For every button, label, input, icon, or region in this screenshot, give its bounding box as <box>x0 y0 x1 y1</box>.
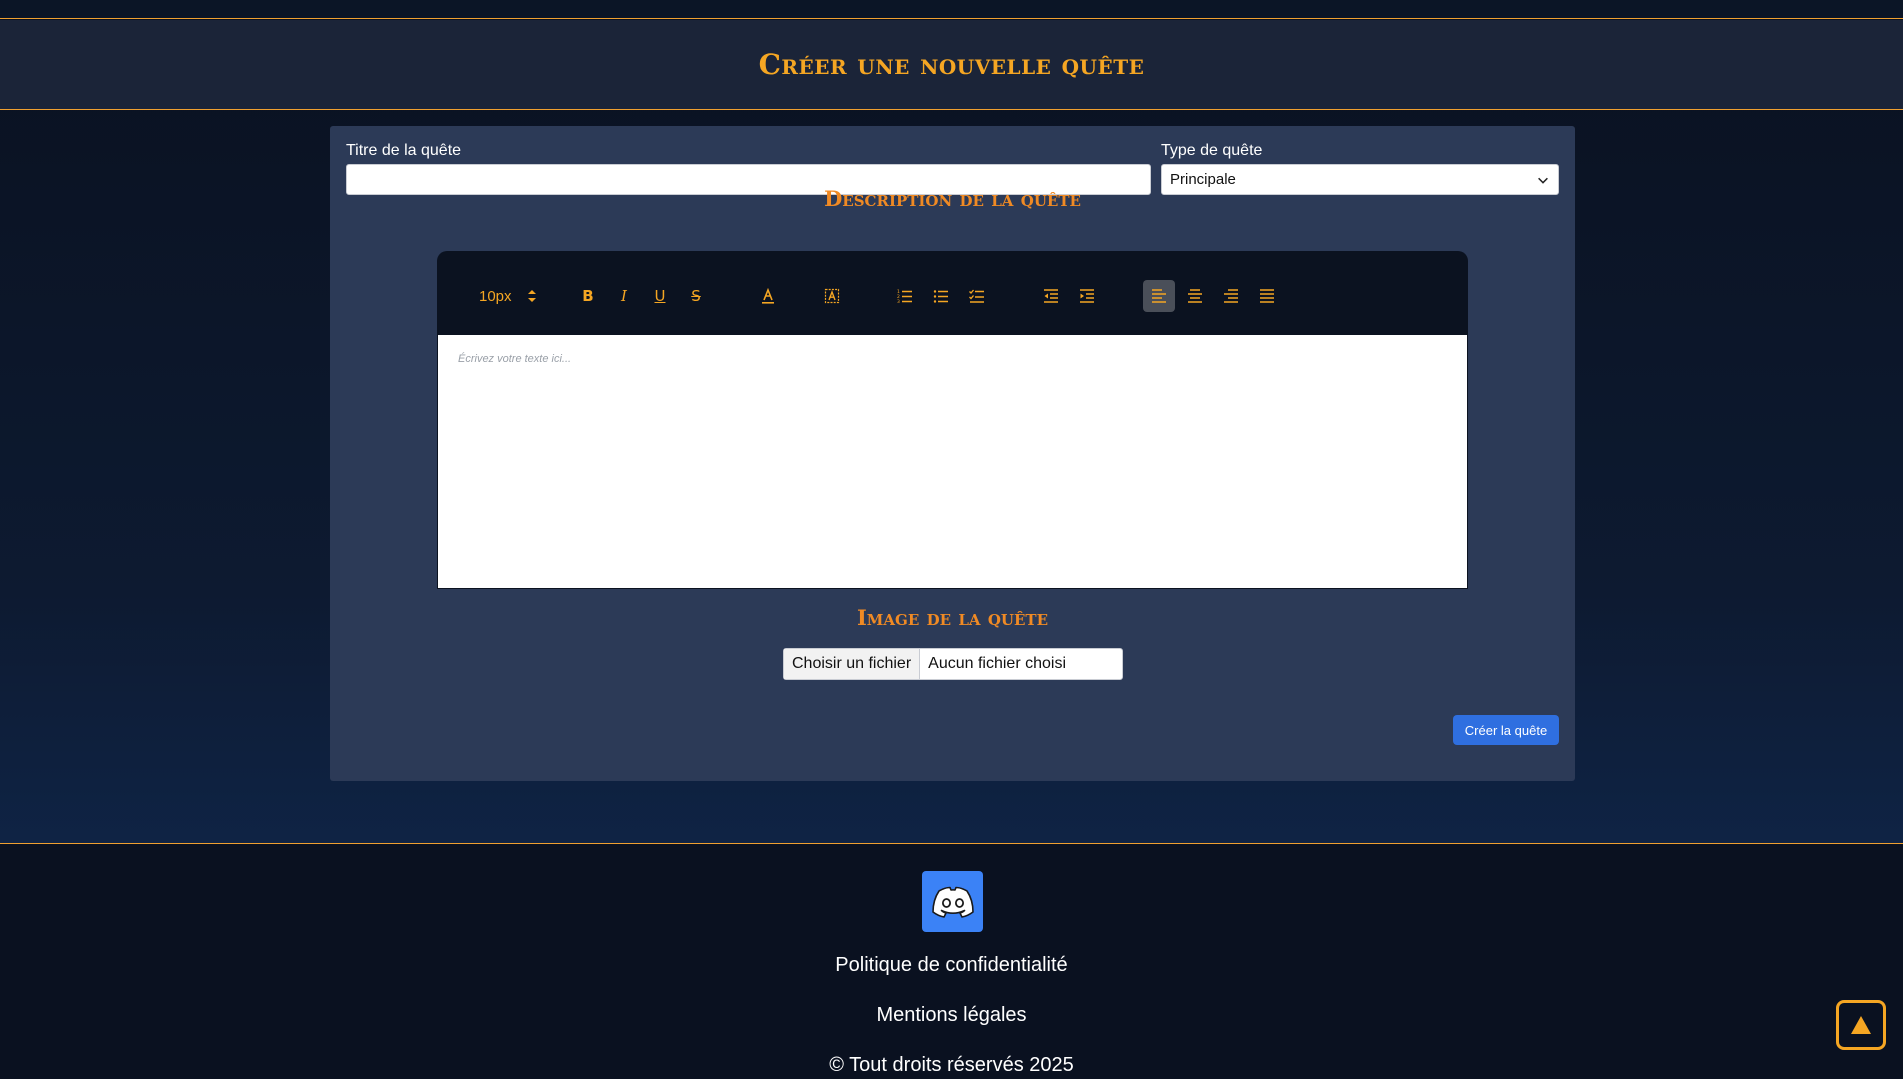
rich-text-editor: 10px B I U S 123 Écrivez votre texte ici… <box>437 251 1468 589</box>
chevron-down-icon <box>1538 177 1548 184</box>
text-color-icon <box>762 288 774 304</box>
editor-toolbar: 10px B I U S 123 <box>437 251 1468 335</box>
quest-type-label: Type de quête <box>1161 142 1263 159</box>
sort-arrows-icon <box>527 290 536 302</box>
arrow-up-icon <box>1851 1016 1871 1034</box>
checklist-icon <box>969 289 984 303</box>
page-footer: Politique de confidentialité Mentions lé… <box>0 843 1903 1079</box>
align-justify-button[interactable] <box>1251 280 1283 312</box>
choose-file-button[interactable]: Choisir un fichier <box>784 649 921 679</box>
bold-icon: B <box>582 287 594 305</box>
image-section-title: Image de la quête <box>856 605 1049 630</box>
bold-button[interactable]: B <box>572 280 604 312</box>
strikethrough-button[interactable]: S <box>680 280 712 312</box>
description-section-title: Description de la quête <box>824 186 1081 211</box>
font-size-select[interactable]: 10px <box>479 280 536 312</box>
legal-notices-link[interactable]: Mentions légales <box>0 1004 1903 1027</box>
discord-link[interactable] <box>922 871 983 932</box>
text-color-button[interactable] <box>752 280 784 312</box>
indent-icon <box>1080 289 1094 303</box>
privacy-policy-link[interactable]: Politique de confidentialité <box>0 954 1903 977</box>
ordered-list-icon: 123 <box>897 289 912 304</box>
highlight-button[interactable] <box>816 280 848 312</box>
outdent-button[interactable] <box>1035 280 1067 312</box>
svg-text:3: 3 <box>897 299 900 304</box>
quest-form: Titre de la quête Type de quête Principa… <box>330 126 1575 781</box>
ordered-list-button[interactable]: 123 <box>889 280 921 312</box>
align-right-button[interactable] <box>1215 280 1247 312</box>
top-bar <box>0 0 1903 19</box>
italic-button[interactable]: I <box>608 280 640 312</box>
underline-button[interactable]: U <box>644 280 676 312</box>
editor-placeholder: Écrivez votre texte ici... <box>458 353 572 365</box>
quest-title-label: Titre de la quête <box>346 142 462 159</box>
strikethrough-icon: S <box>691 287 701 305</box>
align-center-button[interactable] <box>1179 280 1211 312</box>
italic-icon: I <box>621 287 627 305</box>
align-left-icon <box>1152 289 1166 303</box>
align-left-button[interactable] <box>1143 280 1175 312</box>
underline-icon: U <box>654 287 666 305</box>
highlight-icon <box>824 288 840 304</box>
discord-icon <box>931 886 974 918</box>
align-center-icon <box>1188 289 1202 303</box>
bullet-list-button[interactable] <box>925 280 957 312</box>
editor-content-area[interactable]: Écrivez votre texte ici... <box>438 335 1467 588</box>
checklist-button[interactable] <box>961 280 993 312</box>
page-title: Créer une nouvelle quête <box>758 48 1145 81</box>
bullet-list-icon <box>933 290 948 303</box>
outdent-icon <box>1044 289 1058 303</box>
scroll-to-top-button[interactable] <box>1836 1000 1886 1050</box>
create-quest-button[interactable]: Créer la quête <box>1453 715 1559 745</box>
font-size-value: 10px <box>479 287 512 305</box>
file-status-text: Aucun fichier choisi <box>928 655 1066 672</box>
indent-button[interactable] <box>1071 280 1103 312</box>
page-header: Créer une nouvelle quête <box>0 20 1903 110</box>
copyright-text: © Tout droits réservés 2025 <box>829 1054 1074 1076</box>
align-justify-icon <box>1260 289 1274 303</box>
align-right-icon <box>1224 289 1238 303</box>
quest-image-file-input[interactable]: Choisir un fichier Aucun fichier choisi <box>783 648 1123 680</box>
